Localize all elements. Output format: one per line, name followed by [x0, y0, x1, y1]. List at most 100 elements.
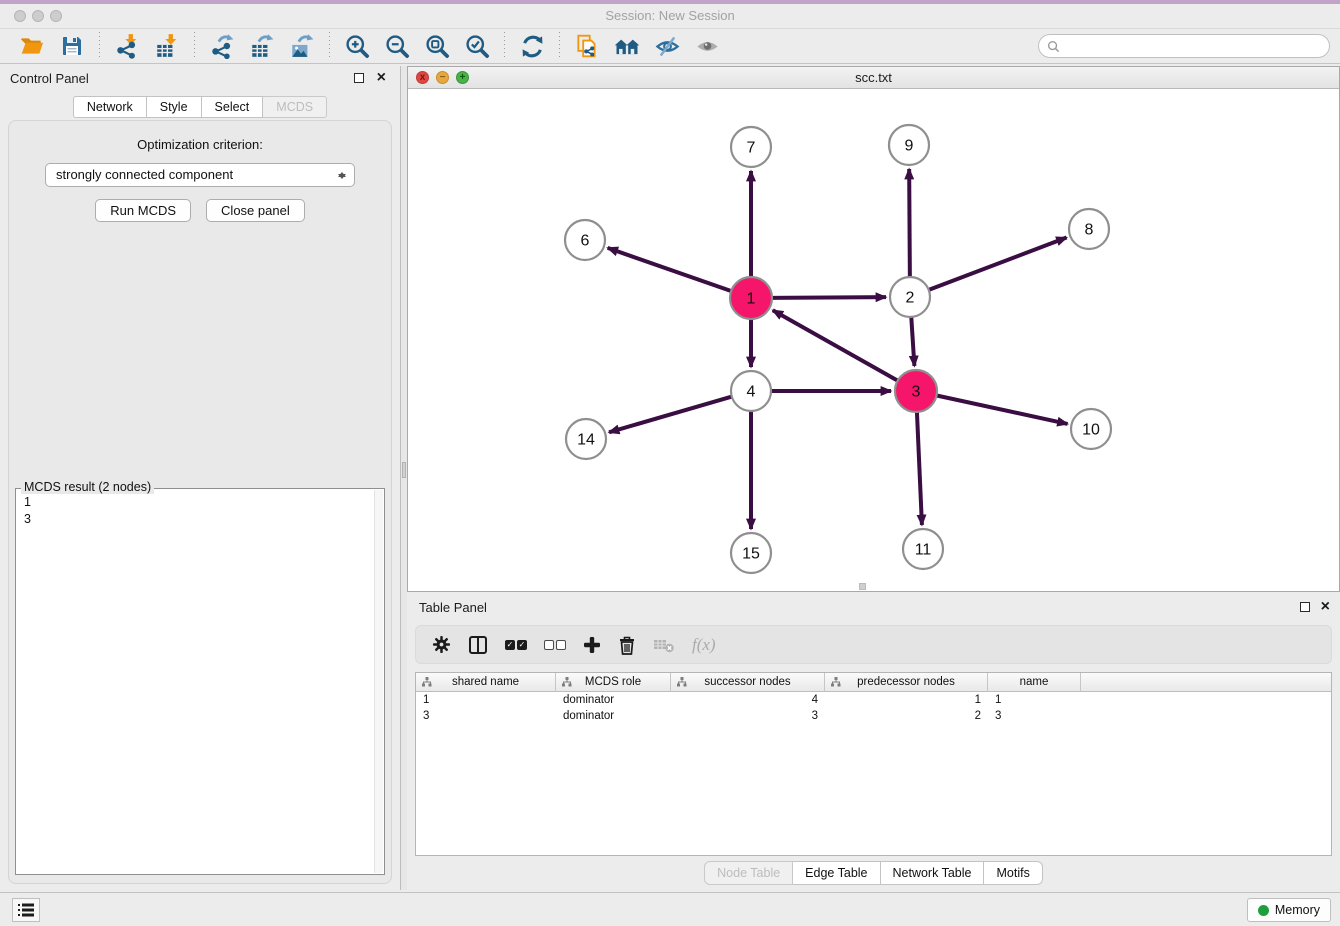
search-field[interactable] — [1038, 34, 1330, 58]
first-neighbors-icon[interactable] — [612, 31, 642, 61]
network-canvas[interactable]: 7968124314101511 — [408, 89, 1339, 591]
tab-select[interactable]: Select — [202, 96, 264, 118]
network-resize-grip[interactable] — [859, 583, 866, 590]
status-bar: Memory — [0, 892, 1340, 926]
save-session-icon[interactable] — [57, 31, 87, 61]
edge-2-8[interactable] — [928, 238, 1067, 291]
select-all-rows-icon[interactable]: ✓✓ — [505, 634, 527, 656]
column-type-icon — [562, 677, 572, 687]
edge-2-3[interactable] — [911, 316, 914, 366]
table-row[interactable]: 3dominator323 — [416, 708, 1331, 724]
table-panel-title: Table Panel — [419, 600, 487, 615]
zoom-selected-icon[interactable] — [462, 31, 492, 61]
toolbar-separator — [99, 32, 100, 60]
zoom-fit-icon[interactable] — [422, 31, 452, 61]
select-columns-icon[interactable] — [468, 634, 488, 656]
close-panel-icon[interactable]: × — [377, 67, 386, 89]
mcds-result-box: MCDS result (2 nodes) 13 — [15, 488, 385, 875]
node-label-3: 3 — [912, 384, 921, 401]
tab-network[interactable]: Network — [73, 96, 147, 118]
delete-column-icon — [653, 634, 675, 656]
deselect-all-rows-icon[interactable] — [544, 634, 566, 656]
tab-node-table[interactable]: Node Table — [704, 861, 793, 885]
mcds-result-title: MCDS result (2 nodes) — [21, 480, 154, 494]
dropdown-stepper-icon — [337, 168, 346, 183]
control-panel-header: Control Panel × — [0, 66, 400, 92]
zoom-out-icon[interactable] — [382, 31, 412, 61]
cell-shared-name: 1 — [416, 692, 556, 708]
close-panel-button[interactable]: Close panel — [206, 199, 305, 222]
cell-shared-name: 3 — [416, 708, 556, 724]
cell-predecessor-nodes: 2 — [825, 708, 988, 724]
column-label: successor nodes — [704, 676, 790, 688]
table-row[interactable]: 1dominator411 — [416, 692, 1331, 708]
network-graph[interactable]: 7968124314101511 — [408, 89, 1339, 591]
export-table-icon[interactable] — [247, 31, 277, 61]
panel-splitter[interactable] — [400, 66, 407, 890]
run-mcds-button[interactable]: Run MCDS — [95, 199, 191, 222]
tab-network-table[interactable]: Network Table — [881, 861, 985, 885]
memory-button[interactable]: Memory — [1247, 898, 1331, 922]
float-panel-icon[interactable] — [354, 73, 364, 83]
cell-successor-nodes: 4 — [671, 692, 825, 708]
column-header-mcds-role[interactable]: MCDS role — [556, 673, 671, 691]
search-input[interactable] — [1065, 39, 1329, 53]
import-table-icon[interactable] — [152, 31, 182, 61]
apply-layout-icon[interactable] — [517, 31, 547, 61]
column-label: shared name — [452, 676, 519, 688]
hide-selected-icon[interactable] — [652, 31, 682, 61]
node-table[interactable]: shared name MCDS role successor nodes prede… — [415, 672, 1332, 856]
cell-name: 1 — [988, 692, 1081, 708]
delete-rows-icon[interactable] — [618, 634, 636, 656]
mcds-result-list: 13 — [16, 489, 384, 533]
node-label-6: 6 — [581, 233, 590, 250]
edge-4-14[interactable] — [609, 396, 733, 432]
app-window: Session: New Session — [0, 0, 1340, 926]
node-label-15: 15 — [742, 546, 760, 563]
toolbar-separator — [194, 32, 195, 60]
column-header-successor-nodes[interactable]: successor nodes — [671, 673, 825, 691]
apply-function-icon: f(x) — [692, 634, 716, 656]
edge-2-9[interactable] — [909, 169, 910, 278]
edge-1-6[interactable] — [608, 248, 732, 291]
criterion-dropdown[interactable]: strongly connected component — [45, 163, 355, 187]
column-header-shared-name[interactable]: shared name — [416, 673, 556, 691]
node-label-1: 1 — [747, 291, 756, 308]
criterion-value: strongly connected component — [56, 167, 233, 182]
table-settings-icon[interactable] — [432, 634, 451, 656]
tab-motifs[interactable]: Motifs — [984, 861, 1042, 885]
edge-3-11[interactable] — [917, 411, 922, 525]
table-float-icon[interactable] — [1300, 602, 1310, 612]
list-icon — [18, 903, 34, 917]
column-label: name — [1020, 676, 1049, 688]
export-image-icon[interactable] — [287, 31, 317, 61]
splitter-grip[interactable] — [402, 462, 406, 478]
clone-network-icon[interactable] — [572, 31, 602, 61]
cell-mcds-role: dominator — [556, 692, 671, 708]
cell-name: 3 — [988, 708, 1081, 724]
edge-3-1[interactable] — [773, 310, 899, 381]
edge-1-2[interactable] — [771, 297, 886, 298]
task-history-button[interactable] — [12, 898, 40, 922]
node-label-11: 11 — [915, 542, 932, 559]
open-session-icon[interactable] — [17, 31, 47, 61]
export-network-icon[interactable] — [207, 31, 237, 61]
search-icon — [1047, 40, 1060, 53]
tab-mcds[interactable]: MCDS — [263, 96, 327, 118]
titlebar: Session: New Session — [0, 4, 1340, 28]
column-header-predecessor-nodes[interactable]: predecessor nodes — [825, 673, 988, 691]
result-scrollbar[interactable] — [374, 490, 383, 873]
tab-edge-table[interactable]: Edge Table — [793, 861, 880, 885]
import-network-icon[interactable] — [112, 31, 142, 61]
tab-style[interactable]: Style — [147, 96, 202, 118]
show-hidden-icon[interactable] — [692, 31, 722, 61]
column-label: predecessor nodes — [857, 676, 955, 688]
column-header-name[interactable]: name — [988, 673, 1081, 691]
node-label-4: 4 — [747, 384, 756, 401]
cell-predecessor-nodes: 1 — [825, 692, 988, 708]
node-label-9: 9 — [905, 138, 914, 155]
zoom-in-icon[interactable] — [342, 31, 372, 61]
add-column-icon[interactable] — [583, 634, 601, 656]
table-close-icon[interactable]: × — [1321, 596, 1330, 618]
edge-3-10[interactable] — [936, 395, 1068, 424]
